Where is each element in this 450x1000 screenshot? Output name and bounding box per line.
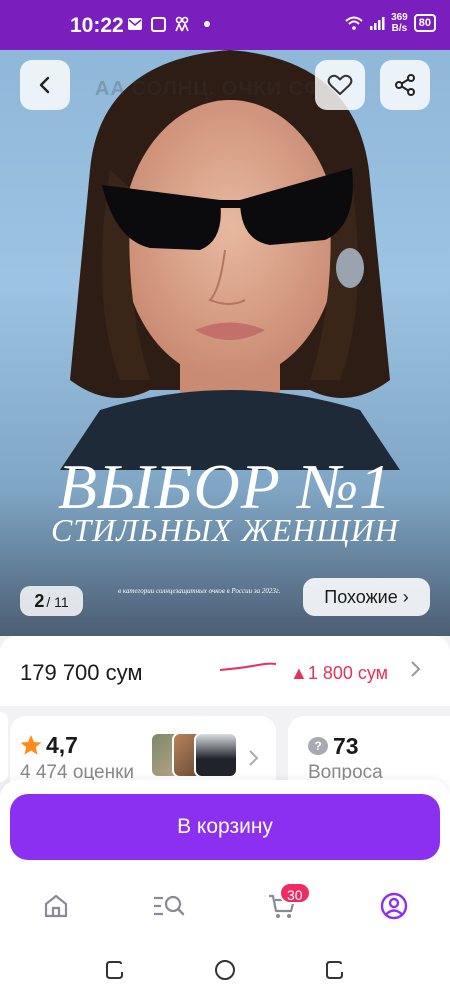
catalog-search-icon: [154, 895, 185, 916]
similar-products-label: Похожие ›: [324, 586, 409, 607]
wifi-icon: [345, 16, 363, 30]
back-button[interactable]: [20, 60, 70, 110]
heart-icon: [327, 74, 353, 95]
product-price: 179 700 сум: [20, 660, 143, 685]
net-speed-unit: B/s: [391, 23, 408, 34]
image-counter-current: 2: [34, 591, 45, 611]
battery-indicator: 80: [413, 14, 436, 32]
hero-footnote: в категории солнцезащитных очков в Росси…: [118, 587, 281, 595]
hero-watermark: AA СОЛНЦ. ОЧКИ СФ: [95, 78, 323, 100]
image-counter: 2 / 11: [20, 586, 83, 616]
profile-icon: [380, 892, 408, 920]
questions-count: 73: [333, 733, 359, 759]
home-icon: [44, 894, 68, 918]
more-notifications-icon: [204, 21, 210, 27]
recent-apps-icon: [106, 961, 123, 979]
back-system-icon: [326, 961, 343, 979]
status-time: 10:22: [70, 14, 124, 37]
question-bubble-icon: ?: [308, 737, 328, 755]
price-trend-sparkline: [219, 662, 277, 671]
review-thumbnail: [194, 732, 238, 778]
net-speed-value: 369: [391, 12, 408, 23]
star-icon: [20, 735, 42, 755]
favorite-button[interactable]: [315, 60, 365, 110]
signal-icon: [370, 17, 385, 30]
circle-home-icon: [215, 960, 235, 980]
rating-value: 4,7: [46, 732, 78, 758]
app-notification-icon: [175, 16, 189, 32]
share-button[interactable]: [380, 60, 430, 110]
mail-icon: [128, 18, 142, 30]
image-counter-total: 11: [54, 594, 69, 610]
tab-catalog[interactable]: [151, 888, 187, 924]
chevron-right-icon: [249, 750, 259, 766]
home-system-button[interactable]: [213, 958, 237, 982]
product-photo: [60, 50, 400, 470]
instagram-icon: [151, 16, 166, 32]
tab-profile[interactable]: [376, 888, 412, 924]
status-bar: 10:22 369 B/s 80: [0, 0, 450, 50]
price-change: ▲1 800 сум: [290, 663, 389, 683]
product-image-gallery[interactable]: AA СОЛНЦ. ОЧКИ СФ ВЫБОР №1 СТИЛЬНЫХ ЖЕНЩ…: [0, 50, 450, 636]
back-system-button[interactable]: [323, 958, 347, 982]
net-speed: 369 B/s: [391, 12, 408, 34]
cart-count-badge: 30: [279, 882, 311, 904]
similar-products-button[interactable]: Похожие ›: [303, 578, 430, 616]
hero-subtitle: СТИЛЬНЫХ ЖЕНЩИН: [51, 512, 399, 548]
review-photo-thumbnails[interactable]: [150, 732, 240, 778]
chevron-left-icon: [39, 76, 50, 94]
status-notification-icons: [127, 16, 210, 32]
add-to-cart-button[interactable]: В корзину: [10, 794, 440, 860]
recent-apps-button[interactable]: [103, 958, 127, 982]
previous-card-edge[interactable]: [0, 712, 8, 782]
tab-home[interactable]: [38, 888, 74, 924]
share-icon: [395, 74, 415, 96]
chevron-right-icon: [411, 661, 421, 677]
